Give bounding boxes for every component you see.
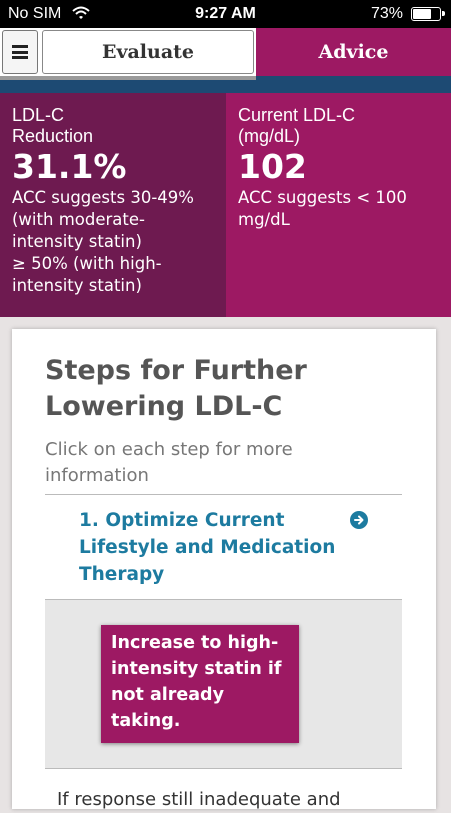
ldl-reduction-label-1: LDL-C [12, 105, 65, 125]
current-ldl-label-2: (mg/dL) [238, 126, 301, 146]
advice-line: Increase to high- [111, 633, 279, 653]
note-line: mg/dL [238, 210, 290, 229]
metrics-panel: LDL-C Reduction 31.1% ACC suggests 30-49… [0, 93, 451, 317]
card-title: Steps for Further Lowering LDL-C [45, 355, 307, 422]
status-bar: No SIM 9:27 AM 73% [0, 0, 451, 28]
note-line: intensity statin) [12, 232, 142, 251]
note-line: intensity statin) [12, 276, 142, 295]
ldl-reduction-label-2: Reduction [12, 126, 94, 146]
tab-evaluate[interactable]: Evaluate [42, 30, 254, 74]
arrow-right-circle-icon[interactable] [350, 511, 368, 529]
ldl-reduction-panel: LDL-C Reduction 31.1% ACC suggests 30-49… [0, 93, 226, 317]
divider [45, 768, 402, 769]
ldl-reduction-note: ACC suggests 30-49% (with moderate- inte… [12, 187, 214, 297]
note-line: (with moderate- [12, 210, 145, 229]
ldl-reduction-value: 31.1% [12, 147, 127, 186]
note-line: ≥ 50% (with high- [12, 254, 162, 273]
step-1-detail: Increase to high- intensity statin if no… [45, 600, 402, 768]
steps-card: Steps for Further Lowering LDL-C Click o… [12, 329, 436, 810]
battery-icon [411, 7, 445, 21]
advice-box: Increase to high- intensity statin if no… [101, 625, 299, 743]
advice-line: not already [111, 685, 224, 705]
tab-underline [0, 76, 451, 93]
current-ldl-note: ACC suggests < 100 mg/dL [238, 187, 439, 231]
current-ldl-label-1: Current LDL-C [238, 105, 356, 125]
divider [45, 494, 402, 495]
hamburger-icon [12, 45, 28, 59]
advice-line: intensity statin if [111, 659, 282, 679]
note-line: ACC suggests < 100 [238, 188, 407, 207]
tab-bar: Evaluate Advice [0, 28, 451, 80]
card-subtitle: Click on each step for more information [45, 439, 293, 486]
next-step-text: If response still inadequate and [57, 789, 341, 810]
tab-advice[interactable]: Advice [256, 28, 451, 76]
battery-percent: 73% [370, 5, 403, 22]
current-ldl-value: 102 [238, 147, 307, 186]
menu-button[interactable] [2, 30, 38, 74]
step-1-link[interactable]: 1. Optimize Current Lifestyle and Medica… [79, 507, 354, 588]
note-line: ACC suggests 30-49% [12, 188, 194, 207]
current-ldl-panel: Current LDL-C (mg/dL) 102 ACC suggests <… [226, 93, 451, 317]
advice-line: taking. [111, 711, 181, 731]
